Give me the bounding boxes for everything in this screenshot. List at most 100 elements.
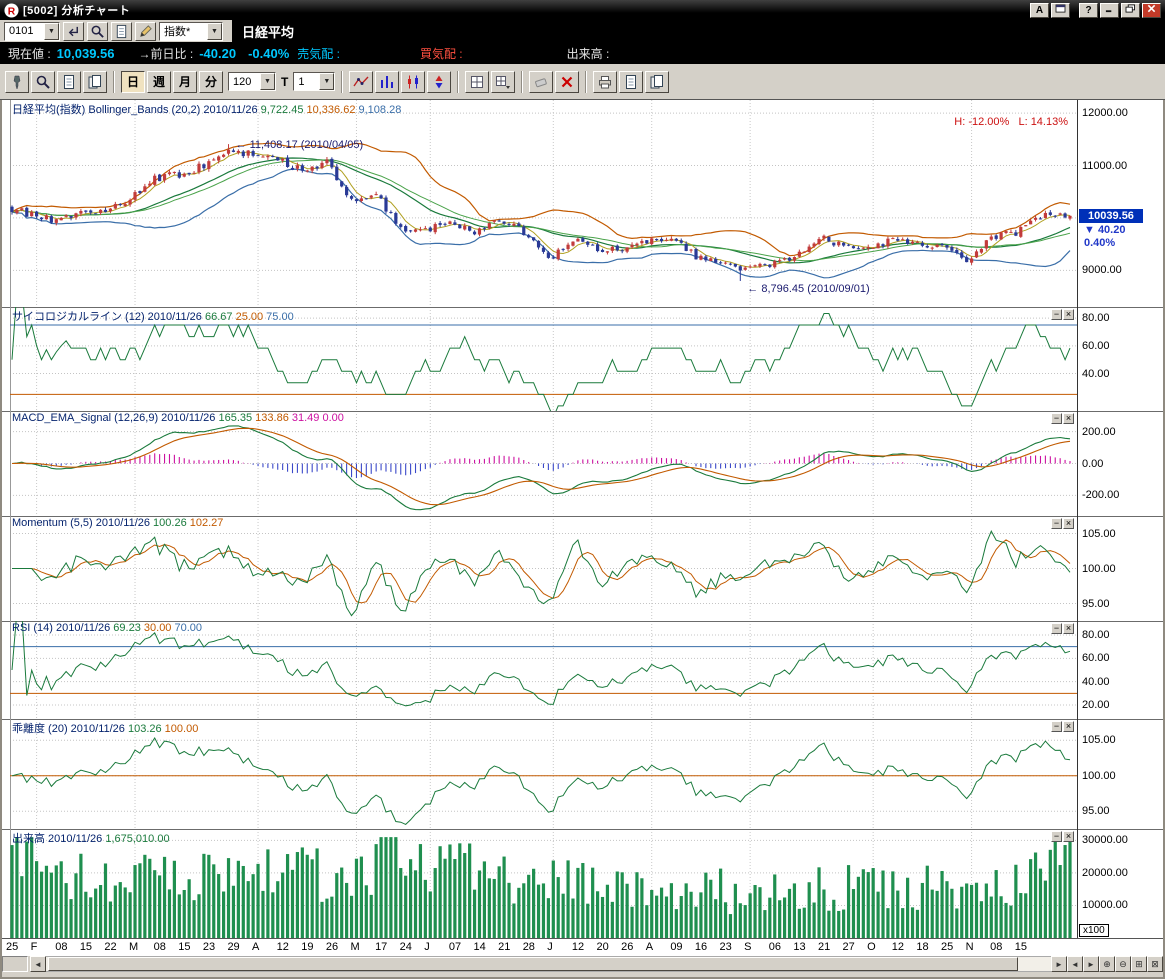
bar-chart-type-button[interactable] [375,71,399,93]
x-axis-label: 17 [375,941,387,953]
help-button[interactable]: ? [1079,3,1098,18]
period-monthly-button[interactable]: 月 [173,71,197,93]
panel-minimize-icon[interactable]: − [1051,413,1062,424]
expand-icon[interactable]: ⊞ [1131,956,1147,972]
maximize-button[interactable] [1121,3,1140,18]
period-weekly-button[interactable]: 週 [147,71,171,93]
scroll-left-icon[interactable]: ◄ [30,956,46,972]
new-chart-button[interactable] [83,71,107,93]
change-value: -40.20 [199,46,236,61]
search-symbol-button[interactable] [87,22,108,41]
panel-close-icon[interactable]: × [1063,831,1074,842]
chevron-down-icon[interactable]: ▼ [319,73,334,90]
x-axis-label: 12 [572,941,584,953]
panel-minimize-icon[interactable]: − [1051,518,1062,529]
y-axis-label: 9000.00 [1082,264,1122,276]
scrollbar-grip[interactable] [2,956,28,972]
x-axis-label: A [252,941,259,953]
preset-combo[interactable]: 0101 ▼ [4,22,60,41]
high-annotation: ← 11,408.17 (2010/04/05) [236,139,364,151]
x-axis-label: 08 [990,941,1002,953]
panel-minimize-icon[interactable]: − [1051,623,1062,634]
zoom-in-icon[interactable]: ⊕ [1099,956,1115,972]
panel-minimize-icon[interactable]: − [1051,309,1062,320]
index-type-combo[interactable]: 指数* ▼ [159,22,223,41]
chevron-down-icon[interactable]: ▼ [260,73,275,90]
zoom-tool-button[interactable] [31,71,55,93]
updown-marker-button[interactable] [427,71,451,93]
eraser-button[interactable] [529,71,553,93]
x-axis-label: 21 [498,941,510,953]
minimize-button[interactable] [1100,3,1119,18]
bar-count-combo[interactable]: 120 ▼ [228,72,276,91]
y-axis-label: 30000.00 [1082,834,1128,846]
x-axis-label: O [867,941,876,953]
x-axis-label: J [547,941,553,953]
grid-settings-button[interactable] [465,71,489,93]
panel-close-icon[interactable]: × [1063,721,1074,732]
close-button[interactable] [1142,3,1161,18]
panel-minimize-icon[interactable]: − [1051,831,1062,842]
period-minute-button[interactable]: 分 [199,71,223,93]
y-axis-label: 40.00 [1082,368,1110,380]
memo-button[interactable] [111,22,132,41]
pointer-tool-button[interactable] [5,71,29,93]
y-axis-label: 95.00 [1082,598,1110,610]
annotation-mode-button[interactable]: A [1030,3,1049,18]
panel-header: サイコロジカルライン (12) 2010/11/26 66.67 25.00 7… [12,308,294,324]
symbol-strip: 日経平均 [232,20,1165,42]
x-axis-label: 15 [1015,941,1027,953]
panel-plot-rsi[interactable] [2,621,1163,719]
detach-icon[interactable]: ⊠ [1147,956,1163,972]
edit-button[interactable] [135,22,156,41]
apply-button[interactable] [63,22,84,41]
panel-plot-volume[interactable] [2,829,1163,938]
panel-minimize-icon[interactable]: − [1051,721,1062,732]
zoom-out-icon[interactable]: ⊖ [1115,956,1131,972]
toolbar-separator [113,71,115,93]
panel-close-icon[interactable]: × [1063,623,1074,634]
symbol-name: 日経平均 [242,22,294,41]
export-button[interactable] [645,71,669,93]
panel-title: 出来高 2010/11/26 [12,833,102,845]
scroll-right-icon[interactable]: ► [1051,956,1067,972]
panel-plot-momentum[interactable] [2,516,1163,621]
scrollbar-track[interactable] [46,956,1051,972]
window-mode-icon[interactable] [1051,3,1070,18]
period-daily-button[interactable]: 日 [121,71,145,93]
change-pct-value: -0.40% [248,46,289,61]
interval-combo[interactable]: 1 ▼ [293,72,335,91]
toolbar-separator [457,71,459,93]
copy-chart-button[interactable] [57,71,81,93]
indicator-value: 75.00 [263,311,294,323]
chevron-down-icon[interactable]: ▼ [207,23,222,40]
y-axis-label: 11000.00 [1082,160,1127,172]
y-axis-label: 10000.00 [1082,899,1128,911]
x-axis-label: S [744,941,751,953]
scrollbar-thumb[interactable] [48,957,1018,971]
indicator-value: 30.00 [141,622,172,634]
panel-plot-macd[interactable] [2,411,1163,516]
page-setup-button[interactable] [619,71,643,93]
panel-plot-main[interactable]: ← 11,408.17 (2010/04/05)← 8,796.45 (2010… [2,100,1163,307]
panel-title: 日経平均(指数) Bollinger_Bands (20,2) 2010/11/… [12,104,258,116]
indicator-value: 103.26 [125,723,162,735]
chart-toolbar: 日 週 月 分 120 ▼ T 1 ▼ [0,64,1165,100]
x-axis-label: F [31,941,38,953]
print-button[interactable] [593,71,617,93]
panel-close-icon[interactable]: × [1063,413,1074,424]
x-axis-label: M [129,941,138,953]
x-axis-label: 26 [621,941,633,953]
grid-menu-button[interactable] [491,71,515,93]
preset-combo-value: 0101 [9,25,33,37]
panel-close-icon[interactable]: × [1063,309,1074,320]
shift-left-icon[interactable]: ◄ [1067,956,1083,972]
chevron-down-icon[interactable]: ▼ [44,23,59,40]
titlebar[interactable]: R [5002] 分析チャート A ? [0,0,1165,20]
shift-right-icon[interactable]: ► [1083,956,1099,972]
panel-close-icon[interactable]: × [1063,518,1074,529]
line-chart-type-button[interactable] [349,71,373,93]
delete-drawings-button[interactable] [555,71,579,93]
horizontal-scrollbar[interactable]: ◄ ► ◄ ► ⊕ ⊖ ⊞ ⊠ [2,956,1163,972]
candle-chart-type-button[interactable] [401,71,425,93]
